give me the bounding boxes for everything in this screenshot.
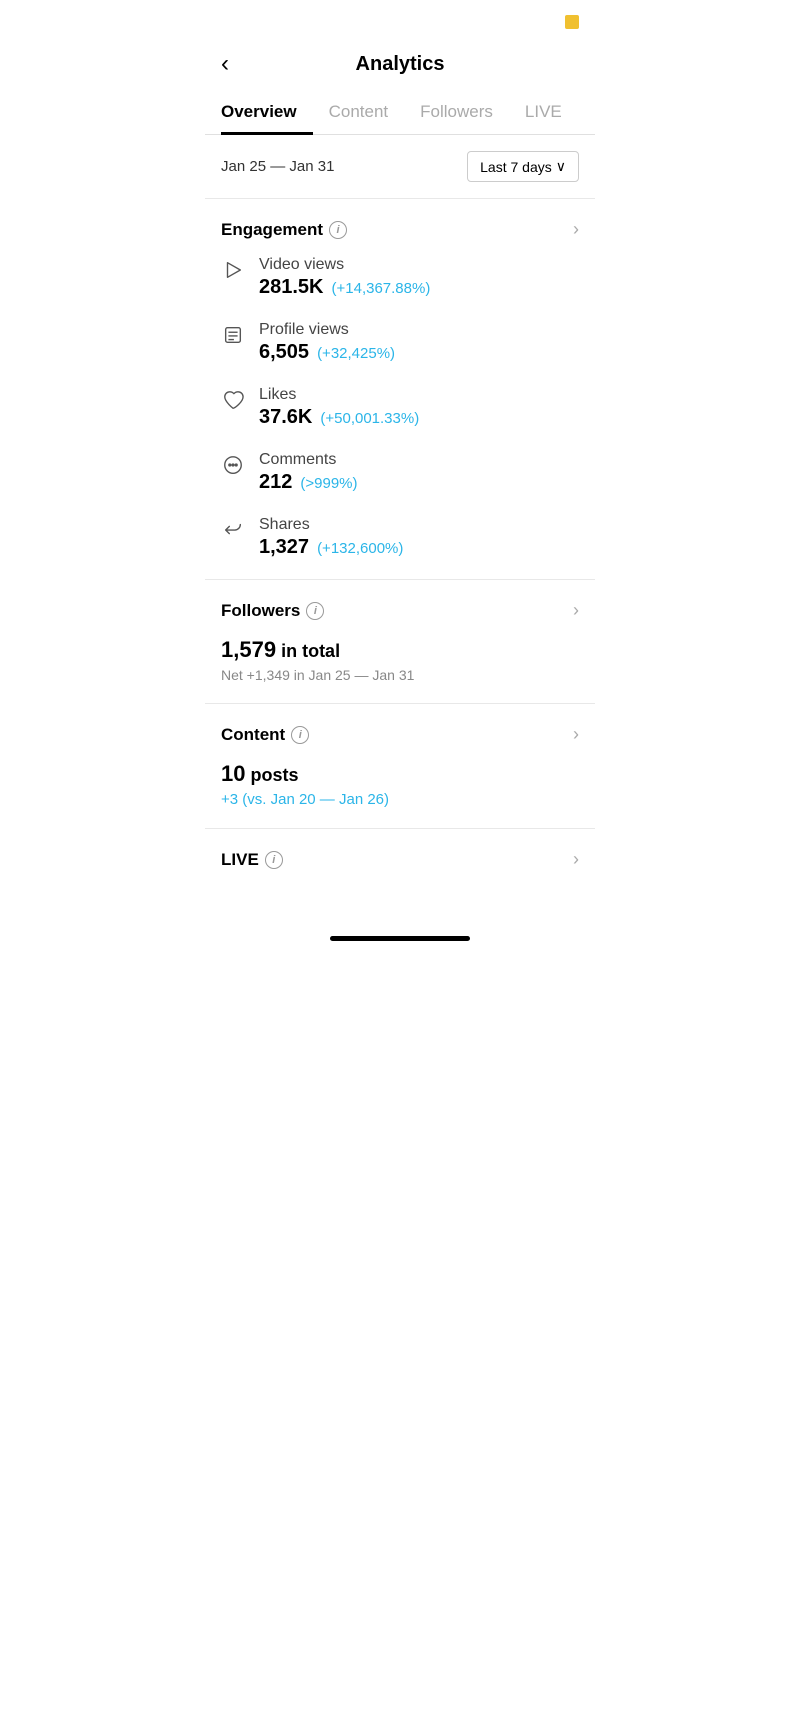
engagement-title-group: Engagement i (221, 220, 347, 240)
date-range-label: Jan 25 — Jan 31 (221, 158, 334, 175)
metric-shares: Shares 1,327 (+132,600%) (221, 516, 579, 559)
live-header: LIVE i › (221, 849, 579, 870)
profile-views-value: 6,505 (259, 341, 309, 364)
date-row: Jan 25 — Jan 31 Last 7 days ∨ (205, 135, 595, 199)
followers-section: Followers i › 1,579 in total Net +1,349 … (205, 580, 595, 704)
status-bar (205, 0, 595, 44)
likes-label: Likes (259, 386, 419, 404)
header: ‹ Analytics (205, 44, 595, 92)
video-views-change: (+14,367.88%) (332, 280, 431, 297)
content-info-icon[interactable]: i (291, 726, 309, 744)
engagement-info-icon[interactable]: i (329, 221, 347, 239)
followers-header: Followers i › (221, 600, 579, 621)
heart-icon (221, 388, 245, 412)
content-title-group: Content i (221, 725, 309, 745)
tab-bar: Overview Content Followers LIVE (205, 92, 595, 135)
video-views-value: 281.5K (259, 276, 324, 299)
back-button[interactable]: ‹ (221, 52, 229, 76)
content-section: Content i › 10 posts +3 (vs. Jan 20 — Ja… (205, 704, 595, 829)
followers-title: Followers (221, 601, 300, 621)
metric-video-views: Video views 281.5K (+14,367.88%) (221, 256, 579, 299)
home-indicator (330, 936, 470, 941)
tab-followers[interactable]: Followers (404, 92, 509, 134)
comments-change: (>999%) (300, 475, 357, 492)
date-filter-label: Last 7 days (480, 159, 552, 175)
metric-likes: Likes 37.6K (+50,001.33%) (221, 386, 579, 429)
engagement-header: Engagement i › (221, 219, 579, 240)
followers-total: 1,579 in total (221, 637, 579, 663)
content-header: Content i › (221, 724, 579, 745)
content-posts-count: 10 (221, 761, 245, 786)
video-views-label: Video views (259, 256, 430, 274)
followers-info-icon[interactable]: i (306, 602, 324, 620)
status-indicator (565, 15, 579, 29)
engagement-section: Engagement i › Video views 281.5K (+14,3… (205, 199, 595, 580)
engagement-title: Engagement (221, 220, 323, 240)
followers-net: Net +1,349 in Jan 25 — Jan 31 (221, 667, 579, 683)
likes-value: 37.6K (259, 406, 312, 429)
content-posts-suffix-text: posts (251, 765, 299, 785)
live-title-group: LIVE i (221, 850, 283, 870)
comments-value: 212 (259, 471, 292, 494)
tab-content[interactable]: Content (313, 92, 405, 134)
date-filter-button[interactable]: Last 7 days ∨ (467, 151, 579, 182)
content-posts: 10 posts (221, 761, 579, 787)
shares-value: 1,327 (259, 536, 309, 559)
followers-chevron-icon[interactable]: › (573, 600, 579, 621)
chevron-down-icon: ∨ (556, 158, 566, 175)
engagement-chevron-icon[interactable]: › (573, 219, 579, 240)
content-title: Content (221, 725, 285, 745)
live-title: LIVE (221, 850, 259, 870)
content-change[interactable]: +3 (vs. Jan 20 — Jan 26) (221, 791, 579, 808)
comments-label: Comments (259, 451, 358, 469)
comment-icon (221, 453, 245, 477)
followers-count: 1,579 (221, 637, 276, 662)
play-icon (221, 258, 245, 282)
shares-change: (+132,600%) (317, 540, 403, 557)
metric-comments: Comments 212 (>999%) (221, 451, 579, 494)
tab-live[interactable]: LIVE (509, 92, 578, 134)
share-icon (221, 518, 245, 542)
tab-overview[interactable]: Overview (221, 92, 313, 134)
live-chevron-icon[interactable]: › (573, 849, 579, 870)
profile-views-change: (+32,425%) (317, 345, 395, 362)
followers-title-group: Followers i (221, 601, 324, 621)
likes-change: (+50,001.33%) (320, 410, 419, 427)
shares-label: Shares (259, 516, 403, 534)
page-title: Analytics (356, 53, 445, 76)
live-section: LIVE i › (205, 829, 595, 916)
profile-views-label: Profile views (259, 321, 395, 339)
followers-total-suffix-text: in total (281, 641, 340, 661)
metric-profile-views: Profile views 6,505 (+32,425%) (221, 321, 579, 364)
content-chevron-icon[interactable]: › (573, 724, 579, 745)
profile-icon (221, 323, 245, 347)
live-info-icon[interactable]: i (265, 851, 283, 869)
